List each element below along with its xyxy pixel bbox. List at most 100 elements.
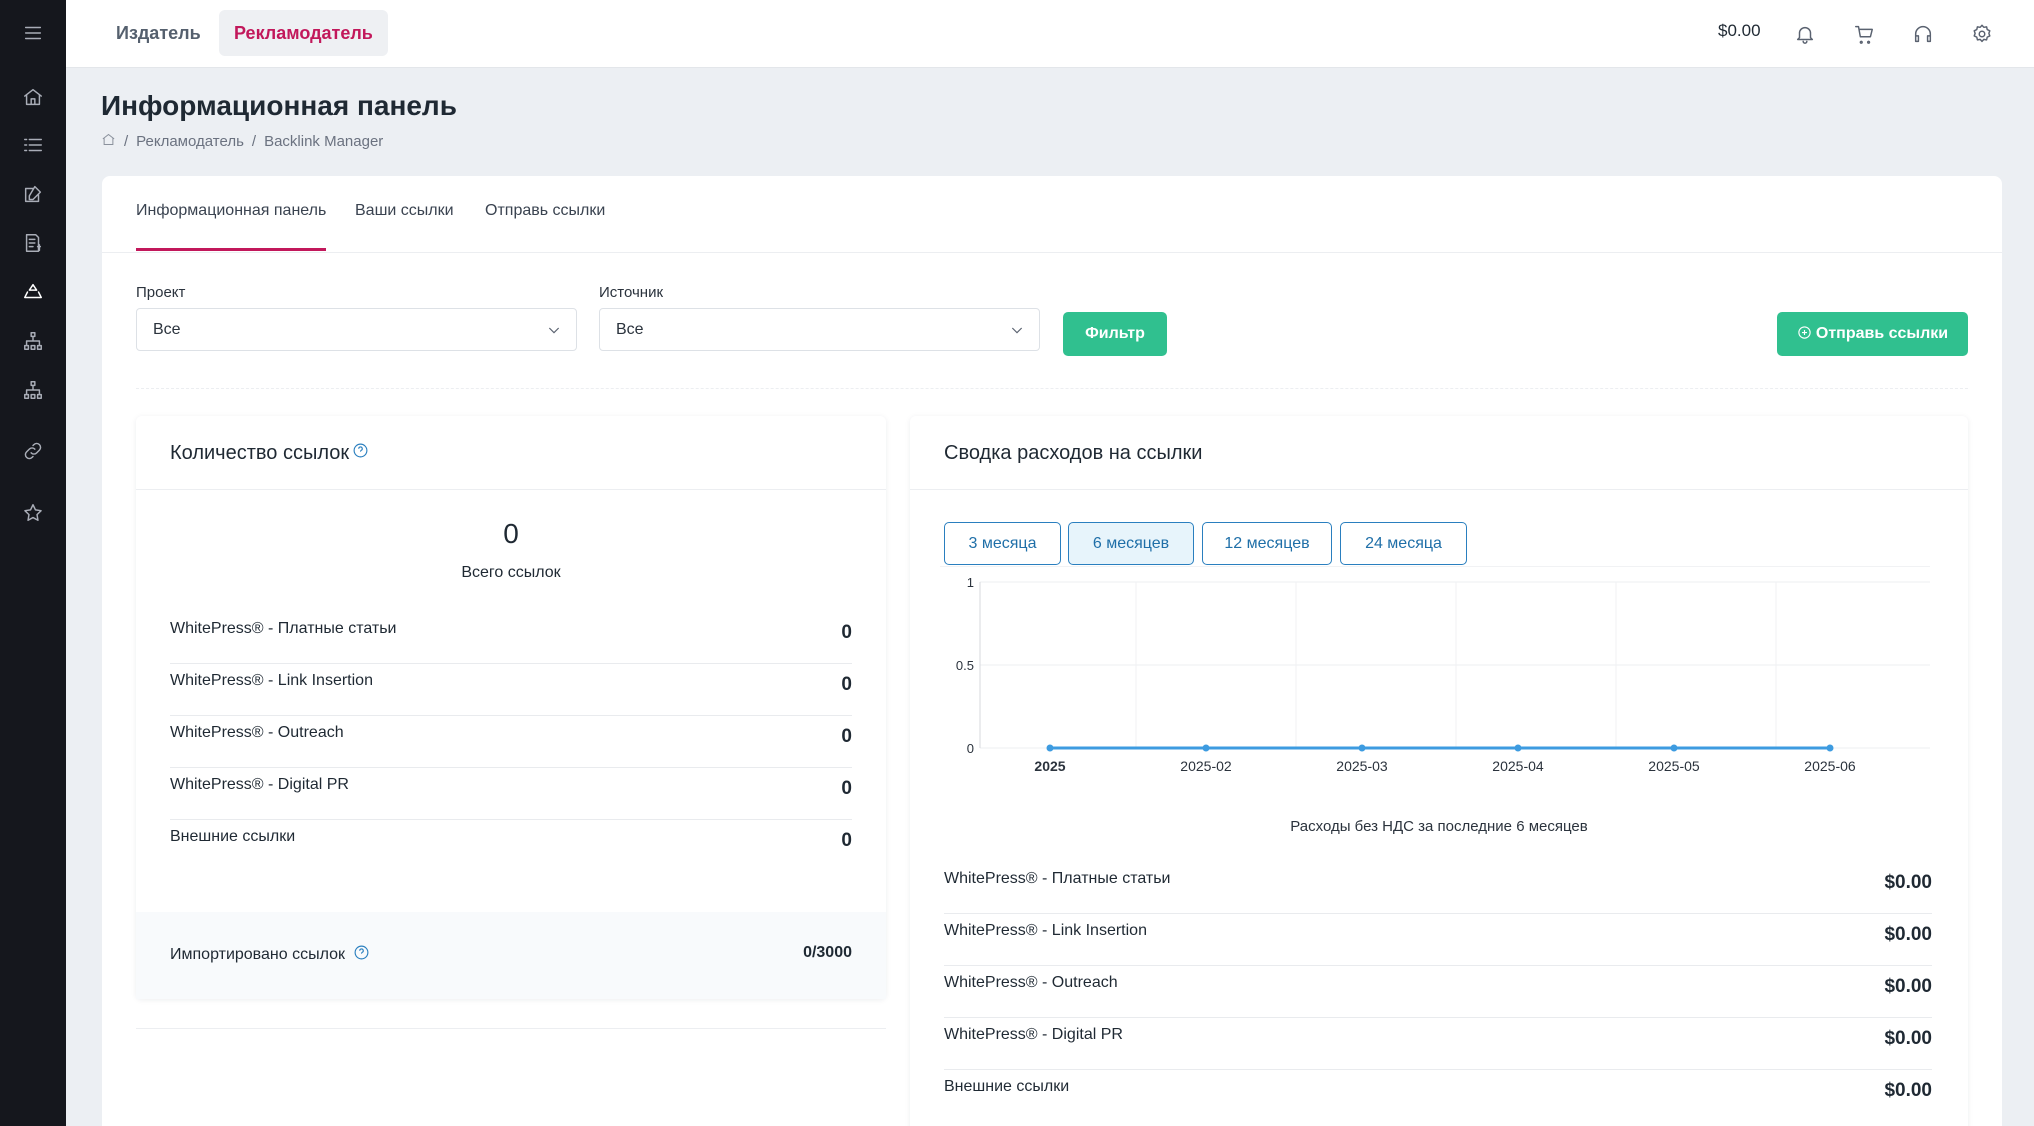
source-select-value: Все [616, 321, 644, 338]
list-item: WhitePress® - Digital PR 0 [170, 768, 852, 820]
import-label: Импортировано ссылок [170, 944, 370, 966]
data-point [1046, 744, 1054, 752]
data-point [1514, 744, 1522, 752]
import-box: Импортировано ссылок 0/3000 [136, 912, 886, 999]
send-links-button[interactable]: Отправь ссылки [1777, 312, 1968, 356]
x-tick-label: 2025-04 [1492, 758, 1544, 774]
y-tick-label: 0 [967, 741, 974, 756]
links-count-title: Количество ссылок [170, 442, 350, 464]
x-tick-label: 2025-02 [1180, 758, 1232, 774]
row-label: WhitePress® - Digital PR [170, 776, 349, 793]
data-point [1202, 744, 1210, 752]
row-label: Внешние ссылки [170, 828, 296, 845]
menu-icon[interactable] [13, 13, 53, 53]
period-24-months[interactable]: 24 месяца [1340, 522, 1467, 565]
row-label: WhitePress® - Платные статьи [170, 620, 397, 637]
edit-icon[interactable] [13, 174, 53, 214]
list-item: WhitePress® - Link Insertion $0.00 [944, 914, 1932, 966]
list-item: Внешние ссылки $0.00 [944, 1070, 1932, 1122]
project-select-value: Все [153, 321, 181, 338]
page-title: Информационная панель [101, 90, 457, 121]
headset-icon[interactable] [1906, 17, 1940, 51]
tab-your-links[interactable]: Ваши ссылки [355, 202, 454, 248]
links-count-panel: Количество ссылок 0 Всего ссылок WhitePr… [136, 416, 886, 999]
tab-send-links[interactable]: Отправь ссылки [485, 202, 605, 248]
total-links-value: 0 [503, 518, 519, 549]
row-value: 0 [841, 674, 852, 695]
row-value: $0.00 [1884, 1080, 1932, 1101]
project-select[interactable]: Все [136, 308, 577, 351]
row-value: $0.00 [1884, 872, 1932, 893]
help-icon[interactable] [352, 442, 369, 465]
breadcrumb-separator: / [124, 133, 129, 150]
panel-header: Сводка расходов на ссылки [910, 416, 1968, 490]
gear-icon[interactable] [1965, 17, 1999, 51]
import-value: 0/3000 [803, 944, 852, 961]
divider [136, 388, 1968, 389]
import-label-text: Импортировано ссылок [170, 946, 345, 963]
total-links-label: Всего ссылок [461, 564, 561, 581]
send-links-label: Отправь ссылки [1815, 325, 1949, 342]
list-item: WhitePress® - Платные статьи 0 [170, 612, 852, 664]
x-tick-label: 2025-06 [1804, 758, 1856, 774]
link-icon[interactable] [13, 431, 53, 471]
tabs: Информационная панель Ваши ссылки Отправ… [102, 176, 2002, 253]
data-point [1826, 744, 1834, 752]
tab-dashboard[interactable]: Информационная панель [136, 202, 327, 251]
home-icon[interactable] [101, 132, 116, 151]
row-label: WhitePress® - Outreach [170, 724, 344, 741]
list-icon[interactable] [13, 125, 53, 165]
breadcrumb-separator: / [251, 133, 257, 150]
period-12-months[interactable]: 12 месяцев [1202, 522, 1332, 565]
list-item: WhitePress® - Outreach $0.00 [944, 966, 1932, 1018]
project-label: Проект [136, 284, 186, 301]
row-value: 0 [841, 778, 852, 799]
source-label: Источник [599, 284, 664, 301]
panel-title: Сводка расходов на ссылки [944, 442, 1203, 464]
plus-circle-icon [1798, 326, 1811, 339]
row-label: WhitePress® - Digital PR [944, 1026, 1123, 1043]
tab-advertiser[interactable]: Рекламодатель [219, 10, 388, 56]
list-item: Внешние ссылки 0 [170, 820, 852, 872]
balance: $0.00 [1718, 21, 1761, 40]
x-tick-label: 2025-05 [1648, 758, 1700, 774]
row-value: $0.00 [1884, 1028, 1932, 1049]
list-item: WhitePress® - Link Insertion 0 [170, 664, 852, 716]
x-tick-label: 2025-03 [1336, 758, 1388, 774]
row-value: 0 [841, 726, 852, 747]
row-label: WhitePress® - Outreach [944, 974, 1118, 991]
row-value: $0.00 [1884, 976, 1932, 997]
sitemap-icon[interactable] [13, 321, 53, 361]
star-icon[interactable] [13, 493, 53, 533]
chart-caption: Расходы без НДС за последние 6 месяцев [1290, 818, 1588, 835]
cart-icon[interactable] [1847, 17, 1881, 51]
list-item: WhitePress® - Digital PR $0.00 [944, 1018, 1932, 1070]
divider [136, 1028, 886, 1029]
row-label: Внешние ссылки [944, 1078, 1070, 1095]
row-label: WhitePress® - Link Insertion [944, 922, 1147, 939]
help-icon[interactable] [353, 944, 370, 966]
main-card: Информационная панель Ваши ссылки Отправ… [102, 176, 2002, 1126]
sidebar [0, 0, 66, 1126]
sitemap-icon[interactable] [13, 370, 53, 410]
row-label: WhitePress® - Link Insertion [170, 672, 373, 689]
invoice-icon[interactable] [13, 223, 53, 263]
row-value: 0 [841, 830, 852, 851]
data-point [1670, 744, 1678, 752]
row-value: $0.00 [1884, 924, 1932, 945]
source-select[interactable]: Все [599, 308, 1040, 351]
tab-publisher[interactable]: Издатель [101, 10, 216, 56]
filter-button[interactable]: Фильтр [1063, 312, 1167, 356]
breadcrumb: / Рекламодатель / Backlink Manager [101, 132, 383, 151]
period-3-months[interactable]: 3 месяца [944, 522, 1061, 565]
x-tick-label: 2025 [1034, 758, 1065, 774]
breadcrumb-advertiser[interactable]: Рекламодатель [136, 133, 244, 150]
bell-icon[interactable] [1788, 17, 1822, 51]
data-point [1358, 744, 1366, 752]
recycle-icon[interactable] [13, 272, 53, 312]
top-bar: Издатель Рекламодатель $0.00 [66, 0, 2034, 68]
link-costs-panel: Сводка расходов на ссылки 3 месяца 6 мес… [910, 416, 1968, 1126]
home-icon[interactable] [13, 77, 53, 117]
row-value: 0 [841, 622, 852, 643]
period-6-months[interactable]: 6 месяцев [1068, 522, 1194, 565]
